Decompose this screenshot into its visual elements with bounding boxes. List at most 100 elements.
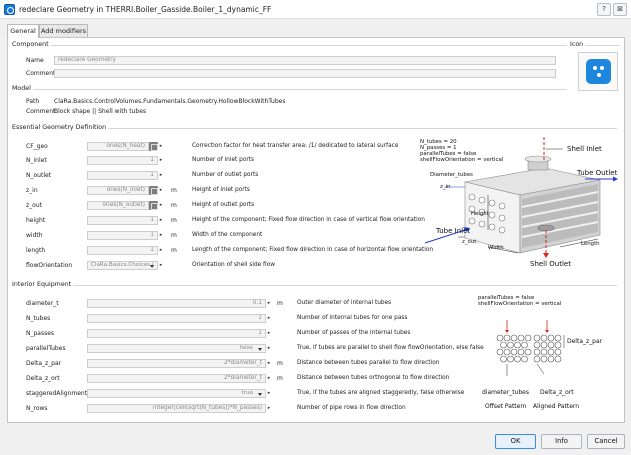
window-title: redeclare Geometry in THERRI.Boiler_Gass…	[19, 5, 272, 14]
modifier-menu-button[interactable]: ▸	[266, 329, 272, 338]
delta-z-ort-leader	[536, 363, 545, 375]
param-label: N_rows	[26, 405, 48, 412]
param-label: diameter_t	[26, 300, 59, 307]
param-description: True, if the tubes are aligned staggered…	[297, 390, 465, 396]
tab-add-modifiers[interactable]: Add modifiers	[39, 24, 88, 37]
tube-end-icon	[498, 226, 506, 234]
arrow-head-icon	[505, 330, 509, 333]
n-outlet-field[interactable]: 1	[87, 171, 158, 180]
modifier-menu-button[interactable]: ▸	[266, 389, 272, 398]
tube-end-icon	[488, 223, 496, 231]
component-icon-frame	[578, 52, 618, 91]
modifier-menu-button[interactable]: ▸	[266, 344, 272, 353]
comment-field[interactable]	[54, 69, 556, 78]
length-field[interactable]: 1	[87, 246, 158, 255]
param-description: Number of internal tubes for one pass	[297, 315, 408, 321]
tube-end-icon	[478, 196, 486, 204]
length-label: Length	[581, 241, 600, 247]
param-label: N_outlet	[26, 172, 52, 179]
param-label: Delta_z_ort	[26, 375, 60, 382]
tab-general[interactable]: General	[7, 24, 39, 38]
modifier-menu-button[interactable]: ▸	[158, 201, 164, 210]
n-rows-field[interactable]: integer(ceil(sqrt(N_tubes))*N_passes)	[87, 404, 266, 413]
model-comment-value: Block shape || Shell with tubes	[54, 108, 147, 115]
essential-section-title: Essential Geometry Definition	[12, 124, 109, 131]
diameter-tubes-pattern-label: diameter_tubes	[482, 389, 529, 396]
modifier-menu-button[interactable]: ▸	[158, 231, 164, 240]
arrow-head-icon	[545, 330, 549, 333]
height-label: Height	[471, 211, 489, 217]
modifier-menu-button[interactable]: ▸	[158, 186, 164, 195]
shell-outlet-label: Shell Outlet	[530, 260, 571, 268]
delta-z-par-label: Delta_z_par	[567, 338, 603, 345]
tube-end-icon	[468, 193, 476, 201]
shell-inlet-label: Shell Inlet	[567, 145, 602, 153]
n-tubes-field[interactable]: 1	[87, 314, 266, 323]
unit-label: m	[277, 300, 283, 307]
param-description: Height of outlet ports	[192, 202, 255, 208]
param-description: Distance between tubes orthogonal to flo…	[297, 375, 450, 381]
component-icon	[586, 59, 611, 84]
help-button[interactable]: ?	[597, 3, 611, 16]
modifier-menu-button[interactable]: ▸	[158, 261, 164, 270]
tube-end-icon	[488, 211, 496, 219]
cf-geo-field[interactable]: ones(N_heat)	[87, 142, 149, 151]
path-value: ClaRa.Basics.ControlVolumes.Fundamentals…	[54, 98, 286, 105]
modifier-menu-button[interactable]: ▸	[158, 171, 164, 180]
param-label: width	[26, 232, 43, 239]
param-label: parallelTubes	[26, 345, 66, 352]
tube-end-icon	[488, 199, 496, 207]
edit-array-button[interactable]	[149, 186, 158, 195]
info-button[interactable]: Info	[541, 434, 582, 449]
hollow-block-diagram	[424, 137, 618, 258]
diameter-tubes-label: Diameter_tubes	[430, 172, 473, 178]
name-field[interactable]: redeclare Geometry	[54, 56, 556, 65]
parallel-tubes-select[interactable]: false	[87, 344, 266, 353]
n-passes-field[interactable]: 1	[87, 329, 266, 338]
staggered-alignment-select[interactable]: true	[87, 389, 266, 398]
unit-label: m	[277, 360, 283, 367]
aligned-pattern	[533, 334, 562, 363]
width-label: Width	[488, 245, 504, 251]
param-description: Orientation of shell side flow	[192, 262, 275, 268]
component-divider	[12, 45, 567, 46]
modifier-menu-button[interactable]: ▸	[266, 299, 272, 308]
modifier-menu-button[interactable]: ▸	[266, 359, 272, 368]
modifier-menu-button[interactable]: ▸	[158, 216, 164, 225]
param-label: CF_geo	[26, 143, 48, 150]
modifier-menu-button[interactable]: ▸	[266, 314, 272, 323]
delta-z-ort-field[interactable]: 2*diameter_t	[87, 374, 266, 383]
z-out-field[interactable]: ones(N_outlet)	[87, 201, 149, 210]
n-inlet-field[interactable]: 1	[87, 156, 158, 165]
height-field[interactable]: 1	[87, 216, 158, 225]
param-label: z_in	[26, 187, 38, 194]
modifier-menu-button[interactable]: ▸	[266, 404, 272, 413]
tube-pattern-diagram	[496, 320, 565, 376]
modifier-menu-button[interactable]: ▸	[266, 374, 272, 383]
model-divider	[12, 89, 567, 90]
diameter-t-field[interactable]: 0.1	[87, 299, 266, 308]
z-out-label: z_out	[462, 239, 477, 245]
edit-array-button[interactable]	[149, 201, 158, 210]
unit-label: m	[171, 187, 177, 194]
unit-label: m	[277, 375, 283, 382]
modifier-menu-button[interactable]: ▸	[158, 142, 164, 151]
flow-orientation-select[interactable]: ClaRa.Basics.Choices.(	[87, 261, 158, 270]
cancel-button[interactable]: Cancel	[587, 434, 625, 449]
param-label: length	[26, 247, 46, 254]
interior-section-title: Interior Equipment	[12, 281, 74, 288]
ok-button[interactable]: OK	[495, 434, 536, 449]
edit-array-button[interactable]	[149, 142, 158, 151]
dot-icon	[600, 66, 604, 70]
unit-label: m	[171, 232, 177, 239]
dot-icon	[596, 73, 601, 77]
param-label: staggeredAlignment	[26, 390, 88, 397]
arrow-head-icon	[543, 253, 549, 258]
param-label: N_tubes	[26, 315, 51, 322]
modifier-menu-button[interactable]: ▸	[158, 246, 164, 255]
z-in-field[interactable]: ones(N_inlet)	[87, 186, 149, 195]
modifier-menu-button[interactable]: ▸	[158, 156, 164, 165]
delta-z-par-field[interactable]: 2*diameter_t	[87, 359, 266, 368]
close-button[interactable]: ⊠	[613, 3, 627, 16]
width-field[interactable]: 1	[87, 231, 158, 240]
